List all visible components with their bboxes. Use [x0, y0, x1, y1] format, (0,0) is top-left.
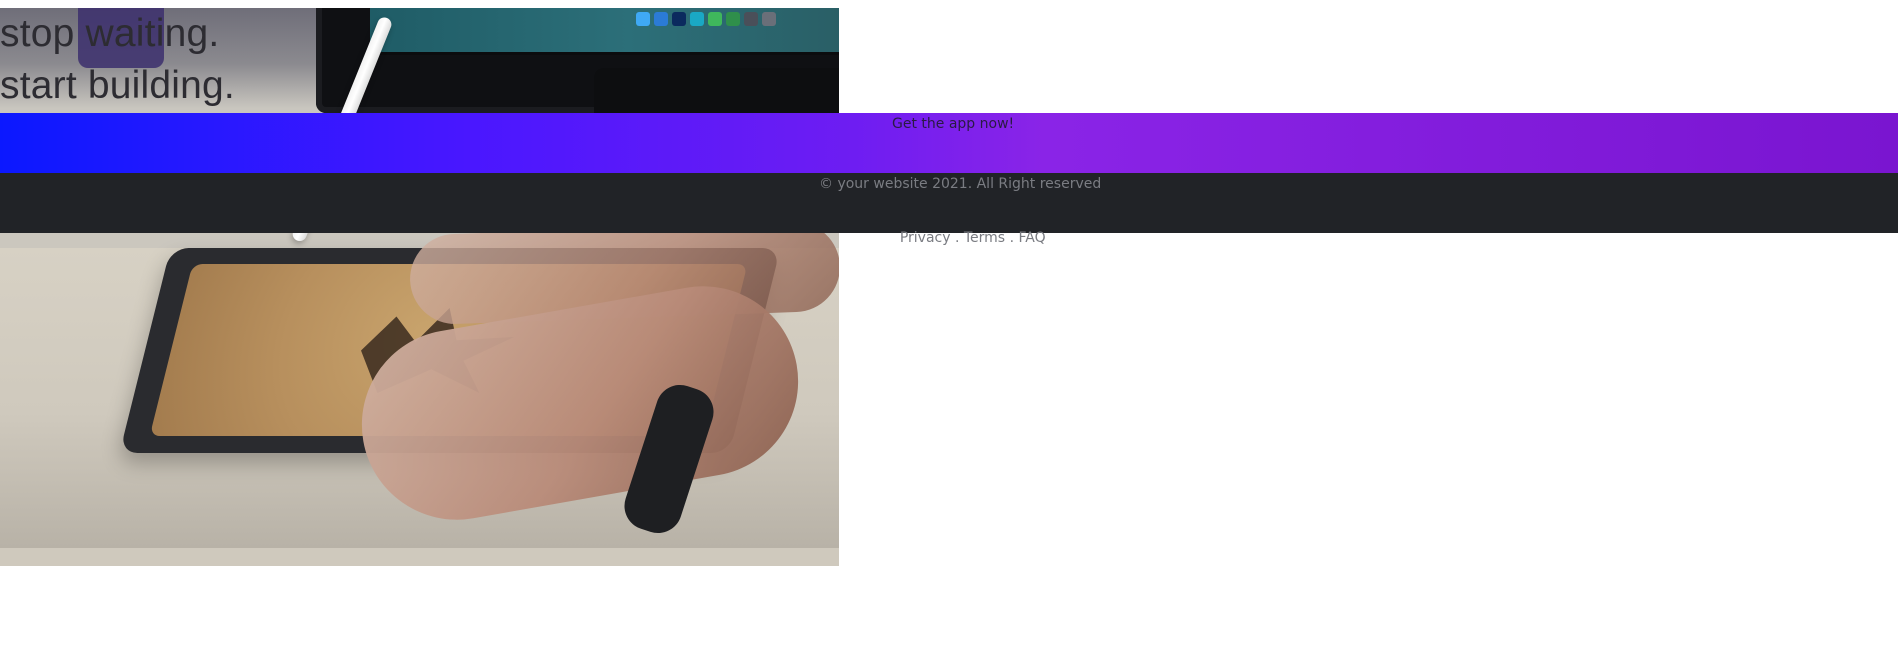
terms-link[interactable]: Terms: [964, 230, 1005, 246]
footer-separator: .: [951, 230, 964, 246]
monitor-dock: [636, 12, 776, 34]
dock-icon: [654, 12, 668, 26]
dock-icon: [726, 12, 740, 26]
footer-separator: .: [1005, 230, 1018, 246]
footer: © your website 2021. All Right reserved …: [0, 173, 1898, 246]
dock-icon: [690, 12, 704, 26]
hero-image: stop waiting. start building.: [0, 8, 839, 566]
get-app-link[interactable]: Get the app now!: [892, 116, 1014, 132]
footer-copyright: © your website 2021. All Right reserved: [819, 176, 1102, 192]
dock-icon: [762, 12, 776, 26]
dock-icon: [744, 12, 758, 26]
hero-title-line-2: start building.: [0, 64, 235, 107]
dock-icon: [708, 12, 722, 26]
faq-link[interactable]: FAQ: [1018, 230, 1045, 246]
privacy-link[interactable]: Privacy: [900, 230, 951, 246]
hero-title: stop waiting. start building.: [0, 8, 235, 112]
dock-icon: [636, 12, 650, 26]
footer-links: Privacy . Terms . FAQ: [882, 214, 1046, 262]
hero-title-line-1: stop waiting.: [0, 12, 220, 55]
footer-separator-text: .: [954, 230, 960, 246]
dock-icon: [672, 12, 686, 26]
footer-separator-text: .: [1009, 230, 1015, 246]
cta-banner: Get the app now!: [0, 113, 1898, 173]
